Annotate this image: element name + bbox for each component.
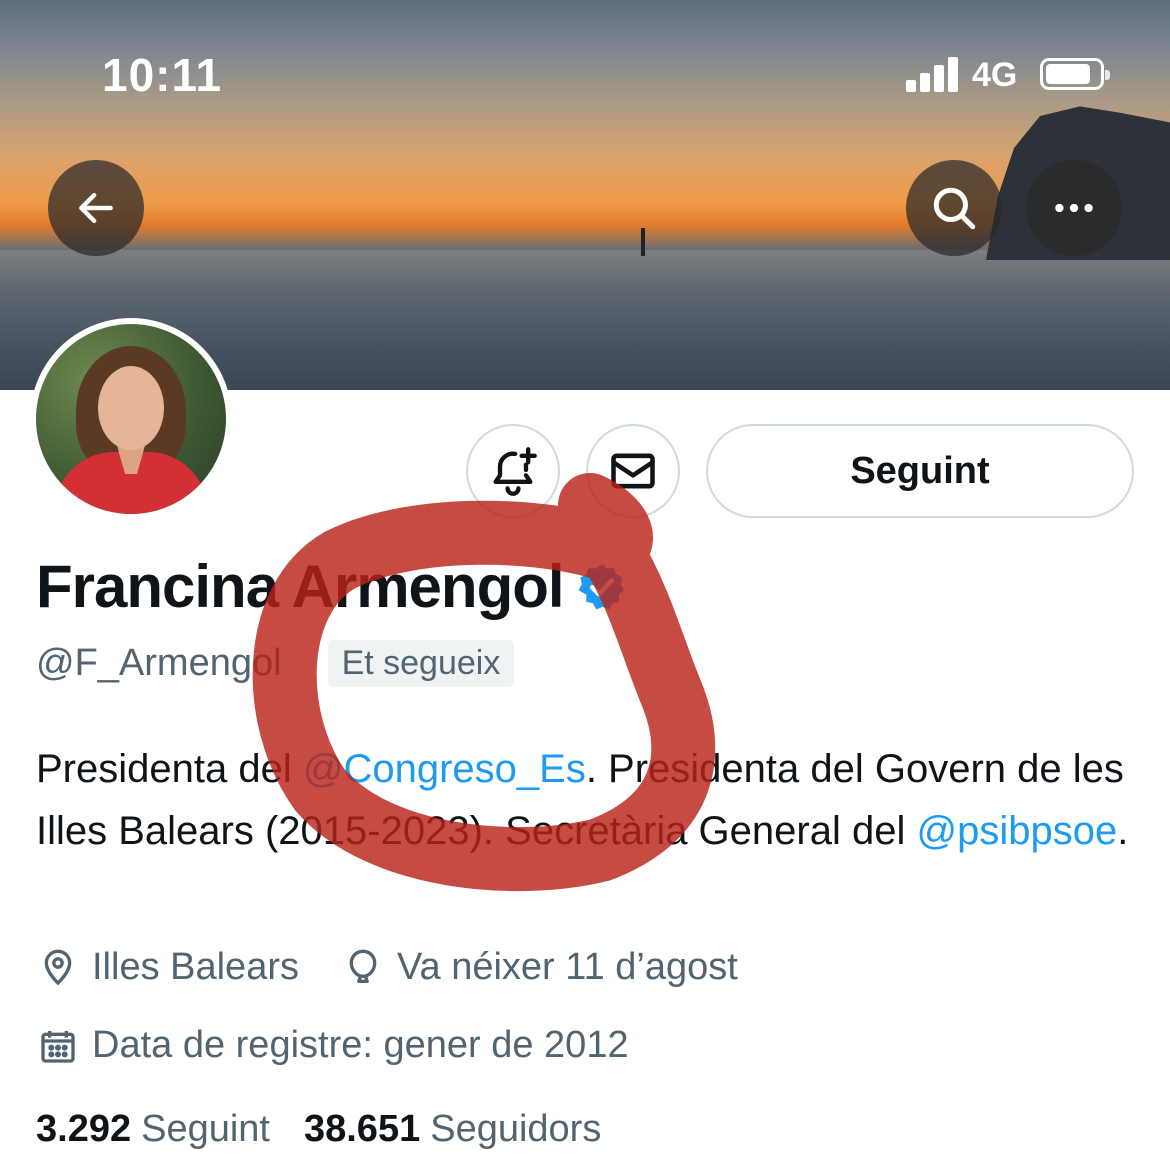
birthday: Va néixer 11 d’agost [343,946,738,989]
name-row: Francina Armengol [36,552,628,621]
avatar-photo [36,324,226,514]
following-label[interactable]: Seguint [141,1108,270,1151]
location: Illes Balears [38,946,299,989]
handle-row: @F_Armengol Et segueix [36,640,515,687]
display-name: Francina Armengol [36,553,565,620]
notifications-button[interactable] [466,424,560,518]
balloon-icon [349,949,377,983]
following-button[interactable]: Seguint [706,424,1134,518]
more-button[interactable] [1026,160,1122,256]
network-type: 4G [972,56,1018,94]
back-button[interactable] [48,160,144,256]
handle: @F_Armengol [36,642,282,684]
bell-plus-icon [493,447,537,496]
calendar-icon [41,1030,75,1063]
search-icon [933,187,976,230]
birthday-text: Va néixer 11 d’agost [396,946,738,988]
battery-icon [1040,58,1110,90]
bio: Presidenta del @Congreso_Es. Presidenta … [36,738,1146,862]
joined-row: Data de registre: gener de 2012 [38,1024,673,1067]
follows-you-badge: Et segueix [327,640,515,687]
followers-count[interactable]: 38.651 [304,1108,420,1151]
signal-icon [906,56,960,92]
following-count[interactable]: 3.292 [36,1108,131,1151]
bio-text: . [1117,809,1129,853]
avatar[interactable] [30,318,232,520]
status-time: 10:11 [102,49,223,101]
mention-link[interactable]: @psibpsoe [916,809,1117,853]
more-horizontal-icon [1055,203,1093,213]
location-pin-icon [44,949,72,985]
joined: Data de registre: gener de 2012 [38,1024,629,1067]
search-button[interactable] [906,160,1002,256]
profile-meta-row: Illes Balears Va néixer 11 d’agost [38,946,782,989]
envelope-icon [611,453,655,489]
location-text: Illes Balears [92,946,299,988]
follow-stats: 3.292 Seguint 38.651 Seguidors [36,1108,635,1151]
verified-badge-icon[interactable] [576,561,628,613]
mention-link[interactable]: @Congreso_Es [303,747,586,791]
message-button[interactable] [586,424,680,518]
banner-boat [641,228,645,256]
joined-text: Data de registre: gener de 2012 [92,1024,629,1066]
arrow-left-icon [79,192,113,224]
followers-label[interactable]: Seguidors [430,1108,601,1151]
bio-text: Presidenta del [36,747,303,791]
